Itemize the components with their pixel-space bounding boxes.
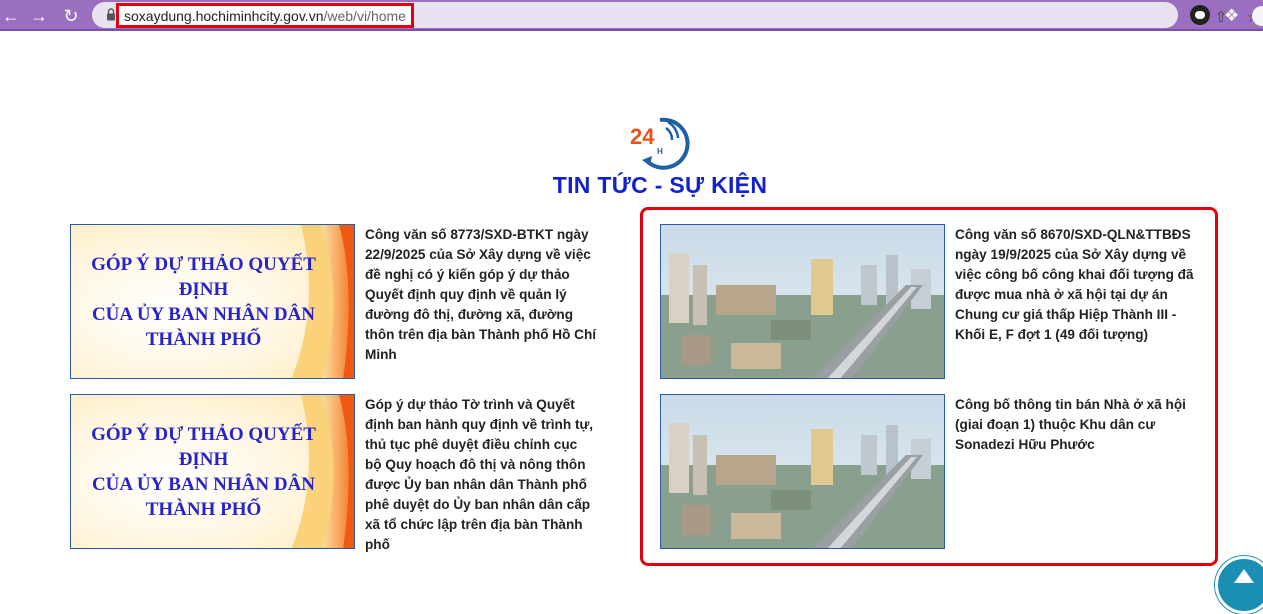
- url-path: /web/vi/home: [323, 8, 406, 24]
- extension-icon[interactable]: [1190, 5, 1210, 25]
- banner-line-3: THÀNH PHỐ: [145, 498, 262, 520]
- reload-icon[interactable]: ↻: [60, 5, 82, 27]
- banner-line-1: GÓP Ý DỰ THẢO QUYẾT ĐỊNH: [91, 253, 316, 300]
- banner-text: GÓP Ý DỰ THẢO QUYẾT ĐỊNH CỦA ỦY BAN NHÂN…: [71, 225, 354, 378]
- scroll-to-top-button[interactable]: [1215, 556, 1263, 614]
- news-title-2[interactable]: Góp ý dự thảo Tờ trình và Quyết định ban…: [365, 395, 597, 555]
- logo-h-text: H: [657, 147, 663, 156]
- banner-text: GÓP Ý DỰ THẢO QUYẾT ĐỊNH CỦA ỦY BAN NHÂN…: [71, 395, 354, 548]
- back-icon[interactable]: ←: [0, 5, 22, 27]
- city-photo: [661, 395, 944, 548]
- url-text[interactable]: soxaydung.hochiminhcity.gov.vn/web/vi/ho…: [124, 8, 406, 24]
- toolbar-border: [0, 29, 1263, 31]
- browser-toolbar: ← → ↻ soxaydung.hochiminhcity.gov.vn/web…: [0, 0, 1263, 31]
- news-thumbnail-3[interactable]: [660, 224, 945, 379]
- lock-icon: [107, 8, 115, 21]
- section-title: TIN TỨC - SỰ KIỆN: [552, 172, 768, 198]
- banner-line-2: CỦA ỦY BAN NHÂN DÂN: [91, 303, 316, 325]
- news-title-4[interactable]: Công bố thông tin bán Nhà ở xã hội (giai…: [955, 395, 1195, 455]
- address-bar[interactable]: soxaydung.hochiminhcity.gov.vn/web/vi/ho…: [92, 2, 1260, 28]
- news-title-3[interactable]: Công văn số 8670/SXD-QLN&TTBĐS ngày 19/9…: [955, 225, 1195, 345]
- news-title-1[interactable]: Công văn số 8773/SXD-BTKT ngày 22/9/2025…: [365, 225, 597, 365]
- banner-line-1: GÓP Ý DỰ THẢO QUYẾT ĐỊNH: [91, 423, 316, 470]
- city-photo: [661, 225, 944, 378]
- news-thumbnail-4[interactable]: [660, 394, 945, 549]
- banner-line-3: THÀNH PHỐ: [145, 328, 262, 350]
- 24h-logo-icon: 24 H: [630, 117, 690, 170]
- news-thumbnail-1[interactable]: GÓP Ý DỰ THẢO QUYẾT ĐỊNH CỦA ỦY BAN NHÂN…: [70, 224, 355, 379]
- url-host: soxaydung.hochiminhcity.gov.vn: [124, 8, 324, 24]
- banner-line-2: CỦA ỦY BAN NHÂN DÂN: [91, 473, 316, 495]
- logo-24-text: 24: [630, 124, 655, 149]
- news-thumbnail-2[interactable]: GÓP Ý DỰ THẢO QUYẾT ĐỊNH CỦA ỦY BAN NHÂN…: [70, 394, 355, 549]
- puzzle-icon[interactable]: ❖: [1224, 6, 1239, 26]
- forward-icon[interactable]: →: [28, 5, 50, 27]
